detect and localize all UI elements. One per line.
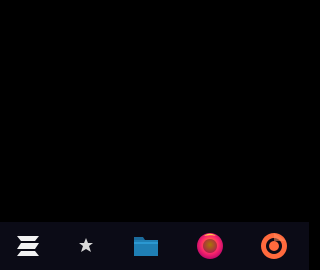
files-folder-icon: [131, 232, 161, 260]
desktop-background: [0, 0, 309, 222]
firefox-button[interactable]: [194, 231, 226, 261]
zorin-menu-button[interactable]: [12, 231, 44, 261]
settings-puzzle-icon: [75, 235, 97, 257]
settings-button[interactable]: [70, 231, 102, 261]
zorin-menu-icon: [13, 233, 43, 259]
files-button[interactable]: [130, 231, 162, 261]
chrome-button[interactable]: [258, 231, 290, 261]
taskbar: [0, 222, 309, 270]
firefox-icon: [194, 231, 226, 261]
chrome-icon: [259, 231, 289, 261]
